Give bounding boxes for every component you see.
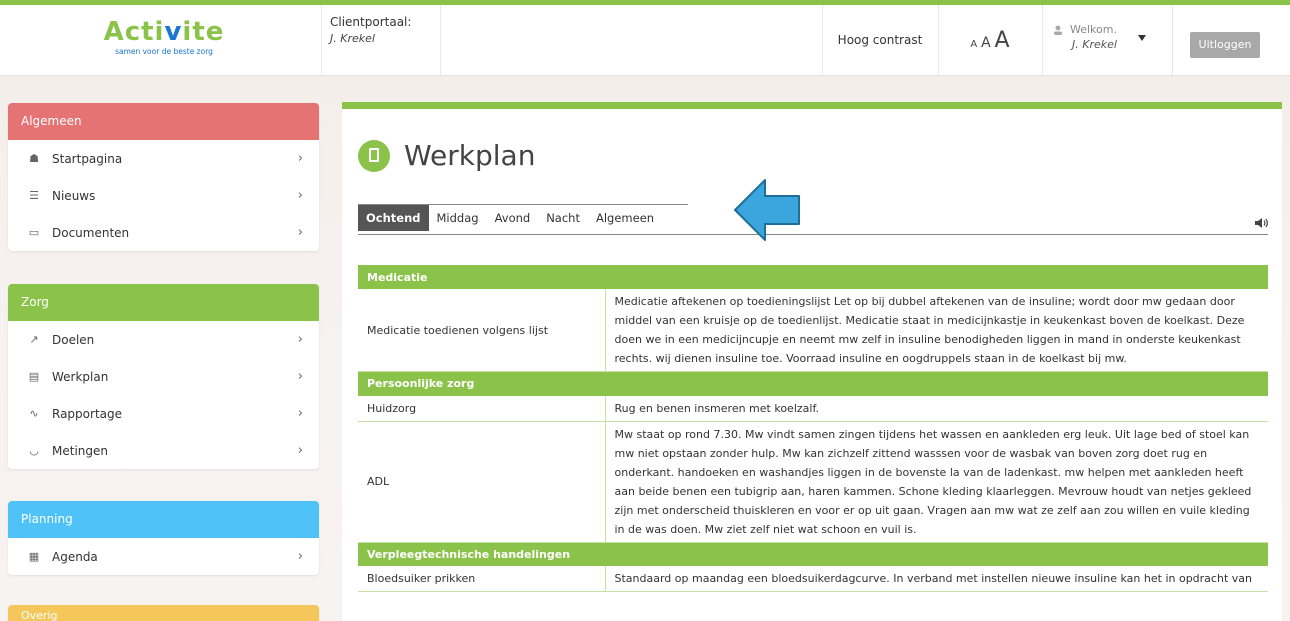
sidebar-item-doelen[interactable]: ↗ Doelen › xyxy=(8,321,319,358)
row-text: Mw staat op rond 7.30. Mw vindt samen zi… xyxy=(605,421,1268,543)
pulse-icon: ∿ xyxy=(29,407,39,420)
sidebar-group-overig: Overig xyxy=(8,605,319,621)
tab-middag[interactable]: Middag xyxy=(429,205,487,231)
sidebar-item-label: Doelen xyxy=(52,332,95,347)
list-icon: ☰ xyxy=(29,189,39,202)
welcome-name: J. Krekel xyxy=(1072,38,1117,51)
logo-wordmark: Activite xyxy=(103,17,225,47)
row-text: Standaard op maandag een bloedsuikerdagc… xyxy=(605,566,1268,592)
row-label: Medicatie toedienen volgens lijst xyxy=(358,289,606,372)
chevron-right-icon: › xyxy=(297,332,303,347)
sidebar-item-agenda[interactable]: ▦ Agenda › xyxy=(8,538,319,575)
chevron-right-icon: › xyxy=(297,151,303,166)
client-label: Clientportaal: xyxy=(330,15,412,29)
werkplan-table: Medicatie Medicatie toedienen volgens li… xyxy=(358,265,1268,592)
chevron-right-icon: › xyxy=(297,369,303,384)
sidebar-group-zorg: Zorg ↗ Doelen › ▤ Werkplan › ∿ Rapportag… xyxy=(8,284,319,469)
logo-tagline: samen voor de beste zorg xyxy=(115,47,213,56)
tab-ochtend[interactable]: Ochtend xyxy=(358,205,429,231)
table-row: Bloedsuiker prikken Standaard op maandag… xyxy=(358,566,1268,592)
sidebar-item-nieuws[interactable]: ☰ Nieuws › xyxy=(8,177,319,214)
sidebar-group-algemeen: Algemeen ☗ Startpagina › ☰ Nieuws › ▭ Do… xyxy=(8,103,319,251)
sidebar-item-label: Startpagina xyxy=(52,151,123,166)
tab-nacht[interactable]: Nacht xyxy=(538,205,588,231)
speaker-icon[interactable] xyxy=(1254,217,1268,232)
sidebar-item-werkplan[interactable]: ▤ Werkplan › xyxy=(8,358,319,395)
chevron-right-icon: › xyxy=(297,406,303,421)
header-divider xyxy=(1042,5,1043,76)
page-header: Werkplan xyxy=(358,139,535,172)
sidebar-item-label: Werkplan xyxy=(52,369,109,384)
sidebar-item-documenten[interactable]: ▭ Documenten › xyxy=(8,214,319,251)
chevron-down-icon[interactable] xyxy=(1138,35,1146,41)
sidebar-item-rapportage[interactable]: ∿ Rapportage › xyxy=(8,395,319,432)
sidebar-item-label: Nieuws xyxy=(52,188,96,203)
home-icon: ☗ xyxy=(29,152,39,165)
table-row: ADL Mw staat op rond 7.30. Mw vindt same… xyxy=(358,421,1268,543)
chevron-right-icon: › xyxy=(297,549,303,564)
row-label: Huidzorg xyxy=(358,395,606,422)
row-text: Rug en benen insmeren met koelzalf. xyxy=(605,395,1268,422)
high-contrast-toggle[interactable]: Hoog contrast xyxy=(822,5,938,76)
document-icon: ▭ xyxy=(28,226,40,239)
clipboard-icon xyxy=(358,139,390,172)
sidebar-item-metingen[interactable]: ◡ Metingen › xyxy=(8,432,319,469)
sidebar-item-label: Metingen xyxy=(52,443,108,458)
section-header-verpleegtechnische-handelingen: Verpleegtechnische handelingen xyxy=(358,542,1268,566)
sidebar-item-startpagina[interactable]: ☗ Startpagina › xyxy=(8,140,319,177)
table-row: Medicatie toedienen volgens lijst Medica… xyxy=(358,289,1268,372)
gauge-icon: ◡ xyxy=(29,444,39,457)
sidebar-group-title: Algemeen xyxy=(8,103,319,140)
sidebar-group-title: Zorg xyxy=(8,284,319,321)
section-title: Medicatie xyxy=(358,265,1268,289)
chevron-right-icon: › xyxy=(297,443,303,458)
chevron-right-icon: › xyxy=(297,225,303,240)
font-size-controls: A A A xyxy=(938,5,1042,76)
row-label: Bloedsuiker prikken xyxy=(358,566,606,592)
font-size-medium-button[interactable]: A xyxy=(981,35,991,51)
sidebar-group-title: Overig xyxy=(8,605,319,621)
table-row: Huidzorg Rug en benen insmeren met koelz… xyxy=(358,395,1268,422)
page-title: Werkplan xyxy=(404,139,536,172)
chevron-right-icon: › xyxy=(297,188,303,203)
tab-algemeen[interactable]: Algemeen xyxy=(588,205,662,231)
sidebar-item-label: Documenten xyxy=(52,225,130,240)
row-label: ADL xyxy=(358,421,606,543)
user-icon xyxy=(1054,25,1062,35)
tab-avond[interactable]: Avond xyxy=(487,205,539,231)
header: Activite samen voor de beste zorg Client… xyxy=(0,5,1290,76)
sidebar-item-label: Agenda xyxy=(52,549,98,564)
section-header-medicatie: Medicatie xyxy=(358,265,1268,289)
client-info: Clientportaal: J. Krekel xyxy=(330,15,530,45)
section-header-persoonlijke-zorg: Persoonlijke zorg xyxy=(358,371,1268,396)
calendar-icon: ▦ xyxy=(28,550,40,563)
font-size-small-button[interactable]: A xyxy=(970,39,977,50)
sidebar-group-title: Planning xyxy=(8,501,319,538)
annotation-arrow-icon xyxy=(734,179,800,241)
main-panel: Werkplan Ochtend Middag Avond Nacht Alge… xyxy=(342,102,1282,621)
row-text: Medicatie aftekenen op toedieningslijst … xyxy=(605,289,1268,372)
section-title: Persoonlijke zorg xyxy=(358,371,1268,396)
goal-icon: ↗ xyxy=(29,333,39,346)
logout-button[interactable]: Uitloggen xyxy=(1190,32,1260,58)
sidebar-group-planning: Planning ▦ Agenda › xyxy=(8,501,319,575)
logo-area: Activite samen voor de beste zorg xyxy=(0,5,322,76)
header-divider xyxy=(440,5,441,76)
tabs-bottom-border xyxy=(358,234,1268,235)
clipboard-icon: ▤ xyxy=(28,370,40,383)
welcome-label: Welkom. xyxy=(1070,23,1117,36)
sidebar-item-label: Rapportage xyxy=(52,406,122,421)
logo[interactable]: Activite samen voor de beste zorg xyxy=(100,17,228,65)
section-title: Verpleegtechnische handelingen xyxy=(358,542,1268,566)
client-name: J. Krekel xyxy=(330,32,375,45)
tab-bar: Ochtend Middag Avond Nacht Algemeen xyxy=(358,205,662,231)
font-size-large-button[interactable]: A xyxy=(995,28,1010,53)
header-divider xyxy=(1172,5,1173,76)
